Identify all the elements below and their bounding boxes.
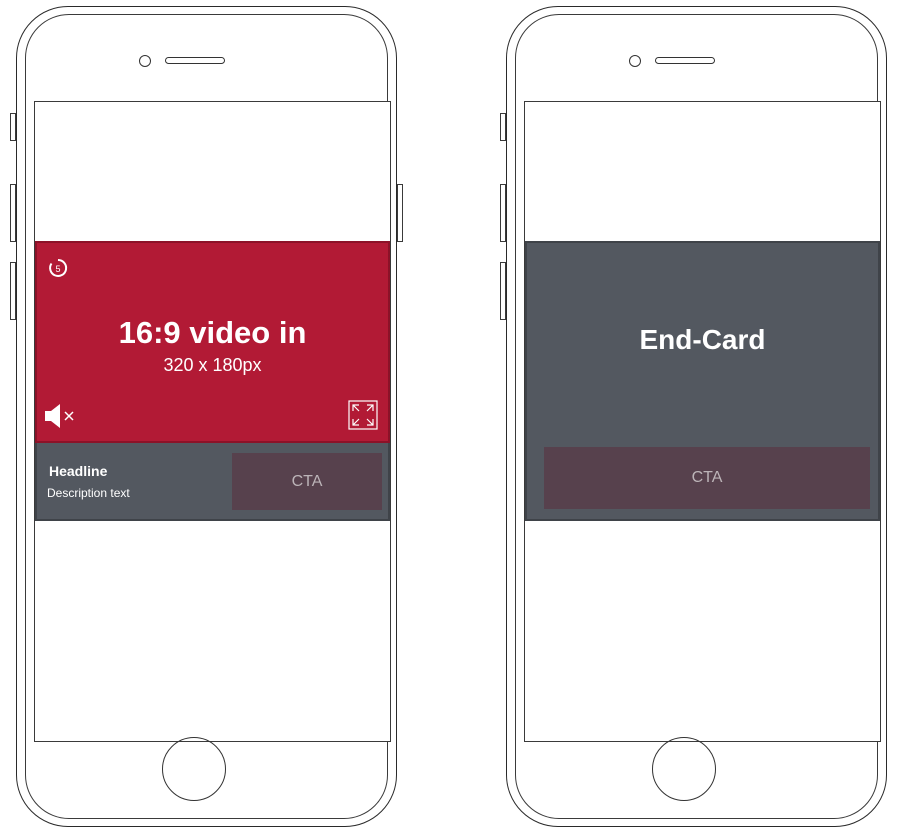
end-card-title: End-Card: [639, 324, 766, 355]
home-button-icon: [652, 737, 716, 801]
cta-button[interactable]: CTA: [232, 453, 382, 510]
video-dimensions: 320 x 180px: [163, 355, 262, 375]
ad-info-bar: Headline Description text CTA: [35, 443, 390, 521]
phone-mockup-video: 5 16:9 video in 320 x 180px Headline Des…: [10, 6, 403, 827]
end-card: End-Card CTA: [525, 241, 880, 521]
end-card-cta-button[interactable]: CTA: [544, 447, 870, 509]
phone-screen: 5 16:9 video in 320 x 180px Headline Des…: [34, 101, 391, 742]
camera-icon: [629, 55, 641, 67]
ad-description: Description text: [47, 486, 130, 500]
side-button-mute: [10, 113, 16, 141]
phone-screen: End-Card CTA: [524, 101, 881, 742]
video-player[interactable]: 5 16:9 video in 320 x 180px: [35, 241, 390, 443]
speaker-icon: [655, 57, 715, 64]
timer-icon: 5: [49, 258, 68, 277]
mute-icon[interactable]: [43, 402, 83, 430]
speaker-icon: [165, 57, 225, 64]
side-button-mute: [500, 113, 506, 141]
countdown-number: 5: [55, 264, 60, 274]
camera-icon: [139, 55, 151, 67]
phone-mockup-endcard: End-Card CTA: [500, 6, 887, 827]
side-button-power: [397, 184, 403, 242]
home-button-icon: [162, 737, 226, 801]
fullscreen-icon[interactable]: [348, 400, 378, 430]
side-button-volume-down: [500, 262, 506, 320]
ad-headline: Headline: [49, 463, 108, 479]
side-button-volume-up: [500, 184, 506, 242]
video-title: 16:9 video in: [118, 315, 307, 350]
side-button-volume-up: [10, 184, 16, 242]
side-button-volume-down: [10, 262, 16, 320]
